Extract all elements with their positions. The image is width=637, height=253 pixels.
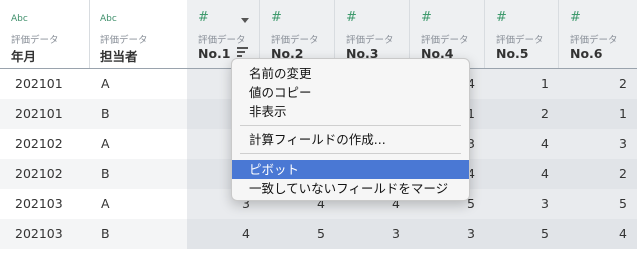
cell-yearmonth[interactable]: 202102: [0, 129, 89, 159]
cell-no6[interactable]: 2: [559, 159, 637, 189]
column-source: 評価データ: [346, 35, 394, 46]
cell-person[interactable]: A: [89, 189, 187, 219]
number-type-icon: #: [346, 10, 357, 25]
menu-item-create-calculated-field[interactable]: 計算フィールドの作成...: [232, 130, 469, 149]
menu-divider: [240, 153, 461, 154]
cell-person[interactable]: A: [89, 69, 187, 99]
column-name: 年月: [11, 49, 37, 64]
sort-icon[interactable]: [237, 47, 249, 58]
table-row: 202103 B 4 5 3 3 5 4: [0, 219, 637, 249]
cell-yearmonth[interactable]: 202101: [0, 69, 89, 99]
column-name: 担当者: [100, 49, 138, 64]
menu-item-pivot[interactable]: ピボット: [232, 160, 469, 179]
cell-no5[interactable]: 4: [485, 159, 559, 189]
number-type-icon: #: [198, 10, 209, 25]
cell-no4[interactable]: 3: [410, 219, 485, 249]
number-type-icon: #: [496, 10, 507, 25]
cell-person[interactable]: B: [89, 159, 187, 189]
menu-item-copy-values[interactable]: 値のコピー: [232, 83, 469, 102]
menu-divider: [240, 125, 461, 126]
column-name: No.5: [496, 46, 529, 61]
column-name: No.1: [198, 46, 231, 61]
cell-yearmonth[interactable]: 202101: [0, 99, 89, 129]
cell-no5[interactable]: 1: [485, 69, 559, 99]
cell-no2[interactable]: 5: [260, 219, 335, 249]
column-header-person[interactable]: Abc 評価データ 担当者: [89, 0, 187, 68]
cell-no5[interactable]: 4: [485, 129, 559, 159]
number-type-icon: #: [570, 10, 581, 25]
number-type-icon: #: [271, 10, 282, 25]
cell-no6[interactable]: 3: [559, 129, 637, 159]
cell-no5[interactable]: 5: [485, 219, 559, 249]
column-context-menu: 名前の変更 値のコピー 非表示 計算フィールドの作成... ピボット 一致してい…: [231, 58, 470, 201]
column-name: No.6: [570, 46, 603, 61]
column-source: 評価データ: [100, 35, 148, 46]
column-source: 評価データ: [198, 35, 246, 46]
cell-person[interactable]: B: [89, 219, 187, 249]
cell-no6[interactable]: 4: [559, 219, 637, 249]
column-source: 評価データ: [11, 35, 59, 46]
menu-item-hide[interactable]: 非表示: [232, 102, 469, 121]
cell-no6[interactable]: 1: [559, 99, 637, 129]
cell-no6[interactable]: 2: [559, 69, 637, 99]
cell-person[interactable]: B: [89, 99, 187, 129]
string-type-icon: Abc: [100, 14, 117, 24]
menu-item-merge-mismatched-fields[interactable]: 一致していないフィールドをマージ: [232, 179, 469, 198]
column-source: 評価データ: [496, 35, 544, 46]
column-header-no6[interactable]: # 評価データ No.6: [559, 0, 637, 68]
column-header-no5[interactable]: # 評価データ No.5: [485, 0, 559, 68]
menu-item-rename[interactable]: 名前の変更: [232, 64, 469, 83]
string-type-icon: Abc: [11, 14, 28, 24]
cell-person[interactable]: A: [89, 129, 187, 159]
dropdown-arrow-icon[interactable]: [241, 18, 249, 23]
cell-yearmonth[interactable]: 202102: [0, 159, 89, 189]
column-header-yearmonth[interactable]: Abc 評価データ 年月: [0, 0, 89, 68]
column-source: 評価データ: [421, 35, 469, 46]
cell-yearmonth[interactable]: 202103: [0, 189, 89, 219]
cell-no6[interactable]: 5: [559, 189, 637, 219]
number-type-icon: #: [421, 10, 432, 25]
cell-no5[interactable]: 3: [485, 189, 559, 219]
cell-no5[interactable]: 2: [485, 99, 559, 129]
column-source: 評価データ: [271, 35, 319, 46]
column-source: 評価データ: [570, 35, 618, 46]
cell-yearmonth[interactable]: 202103: [0, 219, 89, 249]
cell-no1[interactable]: 4: [187, 219, 260, 249]
cell-no3[interactable]: 3: [335, 219, 410, 249]
